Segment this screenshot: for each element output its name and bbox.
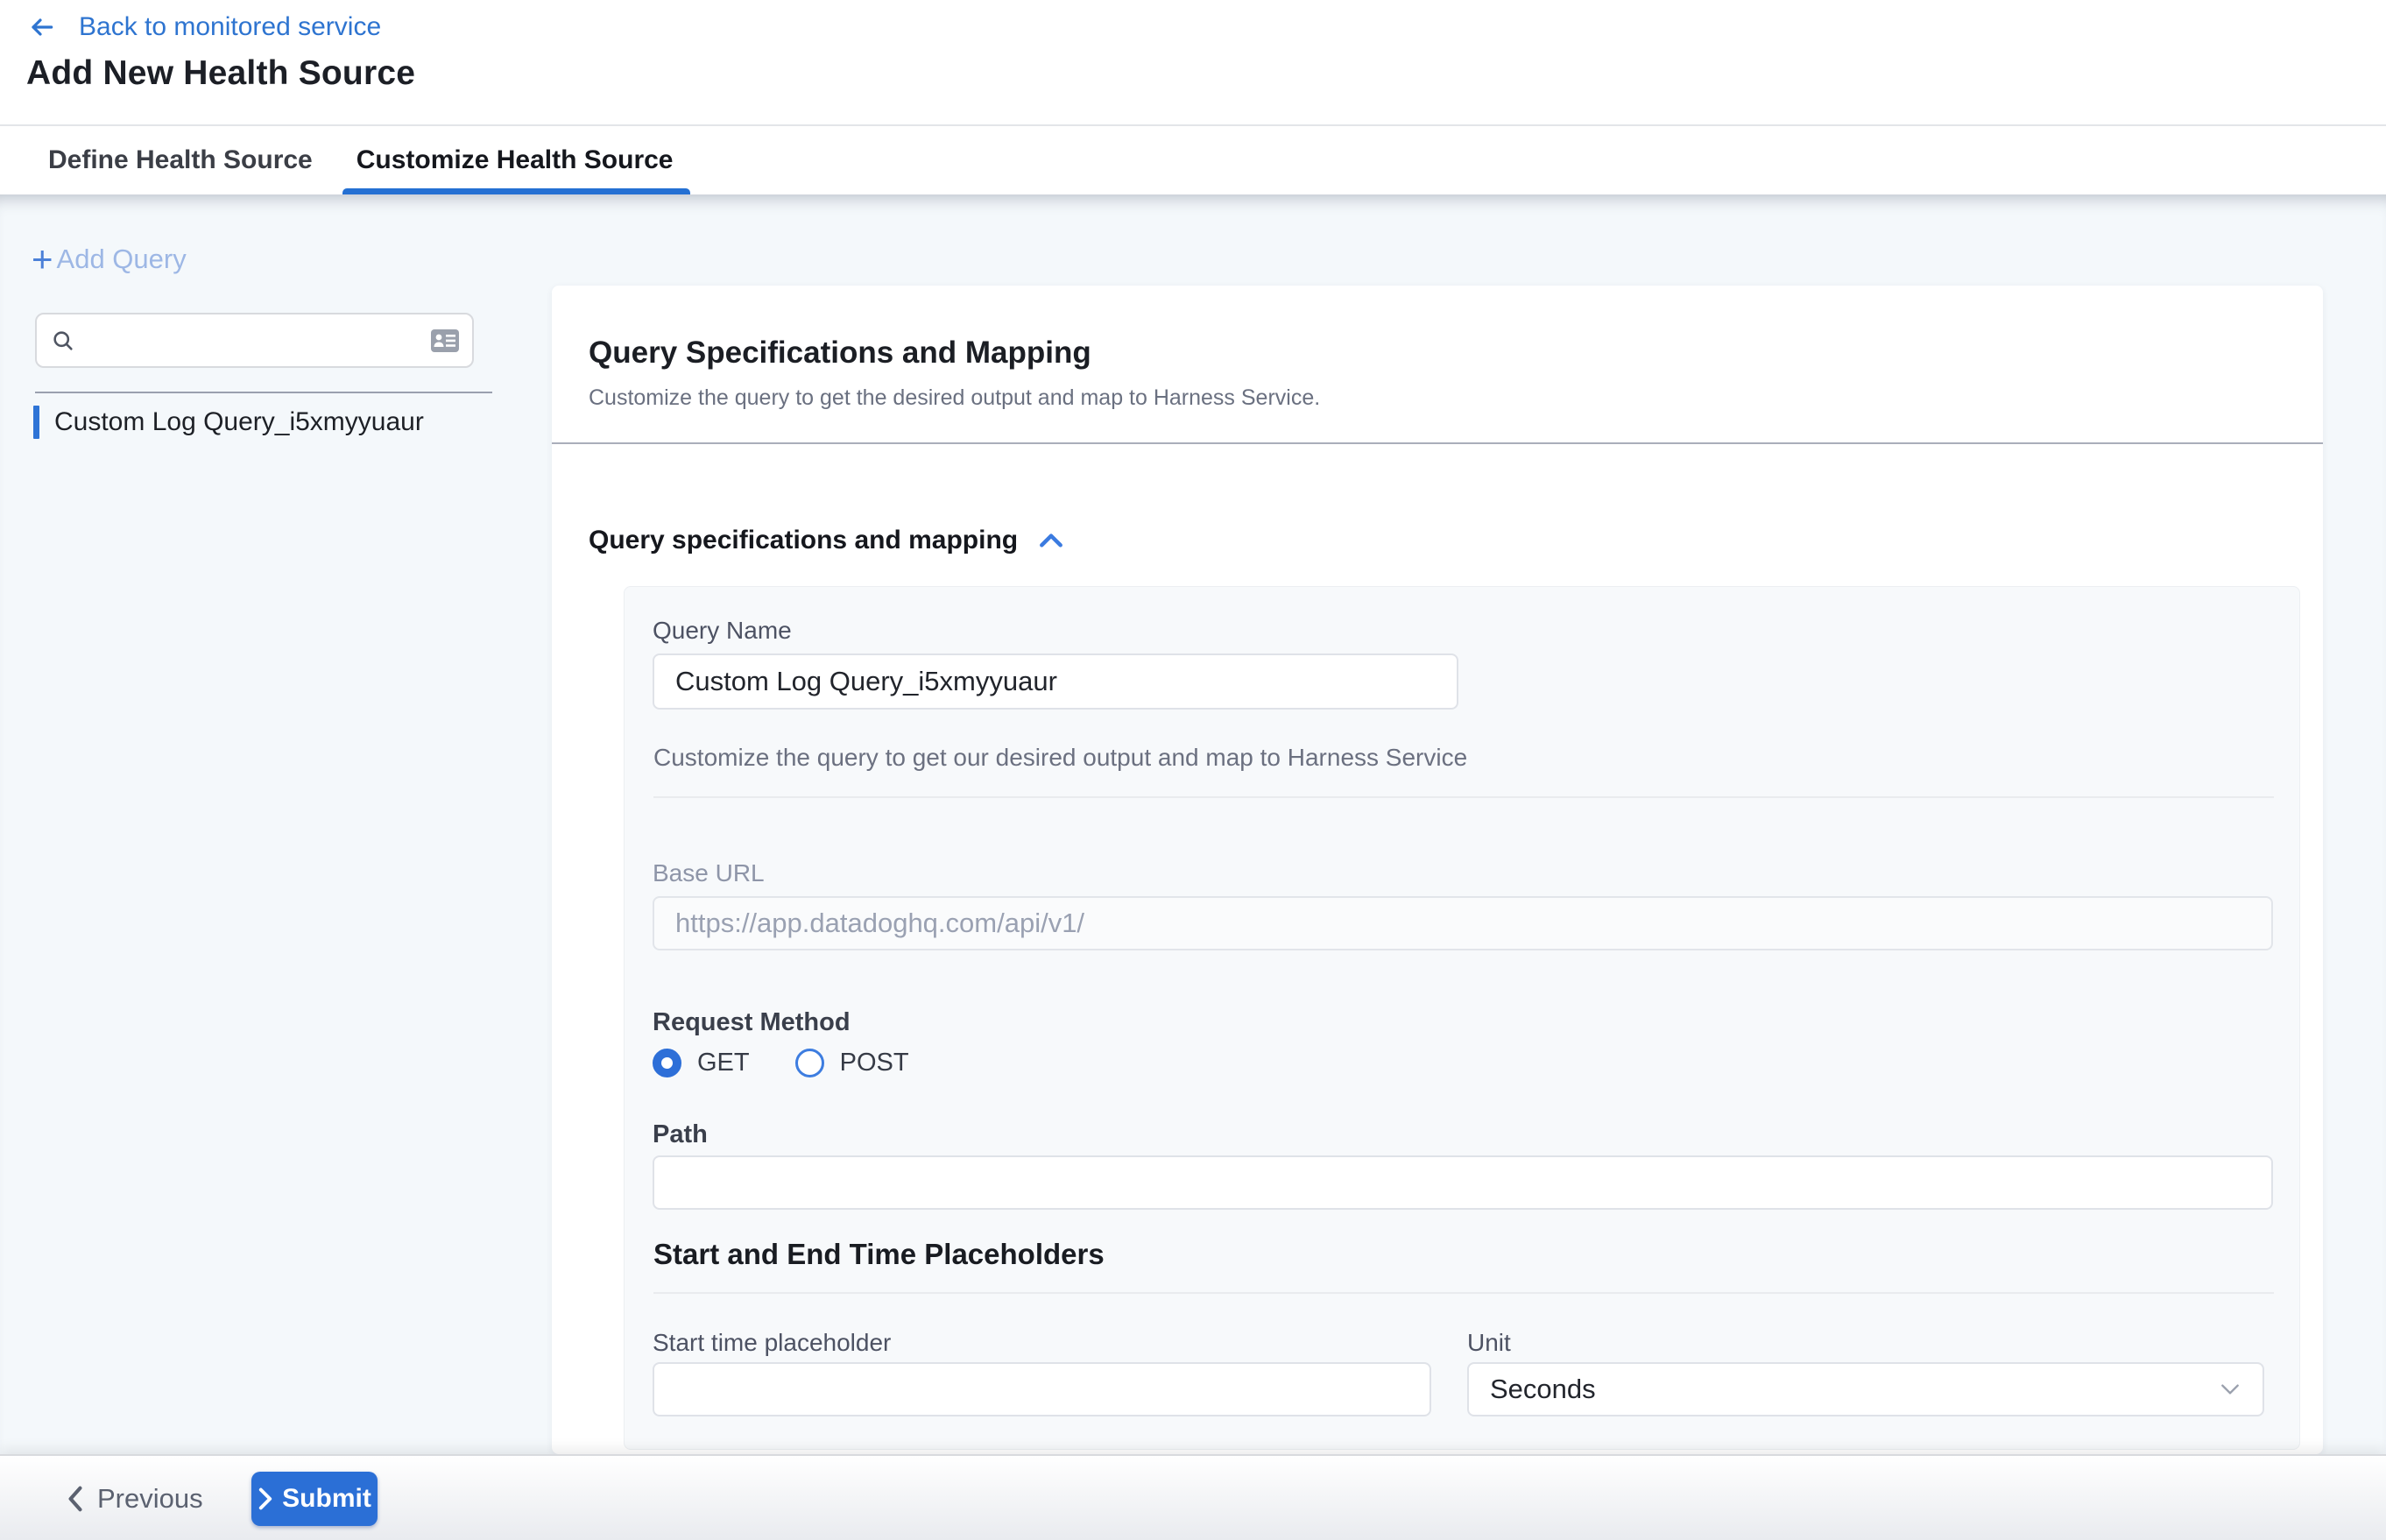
base-url-input[interactable] xyxy=(653,896,2273,950)
query-mapping-card: Query Name Customize the query to get ou… xyxy=(624,586,2300,1450)
panel-divider xyxy=(552,442,2323,444)
panel-title: Query Specifications and Mapping xyxy=(589,336,1091,371)
search-icon xyxy=(51,328,75,353)
back-link-label: Back to monitored service xyxy=(79,12,381,42)
start-time-input[interactable] xyxy=(653,1362,1431,1416)
previous-button[interactable]: Previous xyxy=(66,1472,203,1526)
active-tab-underline xyxy=(342,188,690,194)
section-accordion-header[interactable]: Query specifications and mapping xyxy=(589,526,1065,555)
add-query-button[interactable]: + Add Query xyxy=(32,242,187,277)
previous-button-label: Previous xyxy=(97,1483,203,1515)
selected-indicator-bar xyxy=(33,406,39,439)
submit-button-label: Submit xyxy=(282,1484,371,1514)
query-name-help-text: Customize the query to get our desired o… xyxy=(653,744,1467,772)
page-title: Add New Health Source xyxy=(26,54,415,93)
submit-button[interactable]: Submit xyxy=(251,1472,378,1526)
chevron-right-icon xyxy=(258,1487,273,1510)
tab-define-health-source[interactable]: Define Health Source xyxy=(48,126,313,194)
search-input[interactable] xyxy=(75,327,430,355)
request-method-radio-group: GET POST xyxy=(653,1049,909,1077)
query-name-label: Query Name xyxy=(653,617,792,645)
query-specifications-panel: Query Specifications and Mapping Customi… xyxy=(552,286,2323,1454)
address-card-icon[interactable] xyxy=(430,328,460,353)
unit-label: Unit xyxy=(1467,1329,1511,1357)
chevron-up-icon[interactable] xyxy=(1037,530,1065,551)
arrow-left-icon xyxy=(26,13,58,41)
request-method-label: Request Method xyxy=(653,1008,851,1037)
section-heading: Query specifications and mapping xyxy=(589,526,1018,555)
add-query-label: Add Query xyxy=(57,244,187,275)
query-item-label: Custom Log Query_i5xmyyuaur xyxy=(54,407,424,437)
query-name-input[interactable] xyxy=(653,653,1458,710)
path-input[interactable] xyxy=(653,1155,2273,1210)
query-search-box xyxy=(35,313,474,368)
time-placeholders-heading: Start and End Time Placeholders xyxy=(653,1238,1105,1271)
form-divider xyxy=(653,796,2274,798)
plus-icon: + xyxy=(32,242,53,277)
radio-get-label[interactable]: GET xyxy=(697,1049,750,1077)
radio-get[interactable] xyxy=(653,1049,681,1077)
radio-post-label[interactable]: POST xyxy=(840,1049,909,1077)
page-header: Back to monitored service Add New Health… xyxy=(0,0,2386,124)
tab-customize-health-source[interactable]: Customize Health Source xyxy=(356,126,674,194)
wizard-footer: Previous Submit xyxy=(0,1454,2386,1540)
base-url-label: Base URL xyxy=(653,859,765,887)
path-label: Path xyxy=(653,1120,708,1149)
back-link[interactable]: Back to monitored service xyxy=(26,11,381,44)
content-area: + Add Query Custom Log Query_i5xmyyuaur xyxy=(0,194,2386,1454)
query-list-item[interactable]: Custom Log Query_i5xmyyuaur xyxy=(33,406,424,439)
radio-post[interactable] xyxy=(795,1049,824,1077)
tab-label: Define Health Source xyxy=(48,145,313,175)
start-time-label: Start time placeholder xyxy=(653,1329,891,1357)
tab-label: Customize Health Source xyxy=(356,145,674,175)
chevron-down-icon xyxy=(2219,1381,2241,1397)
chevron-left-icon xyxy=(66,1486,85,1512)
panel-subtitle: Customize the query to get the desired o… xyxy=(589,385,1320,411)
tab-bar: Define Health Source Customize Health So… xyxy=(0,124,2386,194)
unit-select[interactable]: Seconds xyxy=(1467,1362,2264,1416)
sidebar-divider xyxy=(35,392,492,393)
form-divider xyxy=(653,1292,2274,1294)
unit-select-value: Seconds xyxy=(1490,1374,2219,1405)
